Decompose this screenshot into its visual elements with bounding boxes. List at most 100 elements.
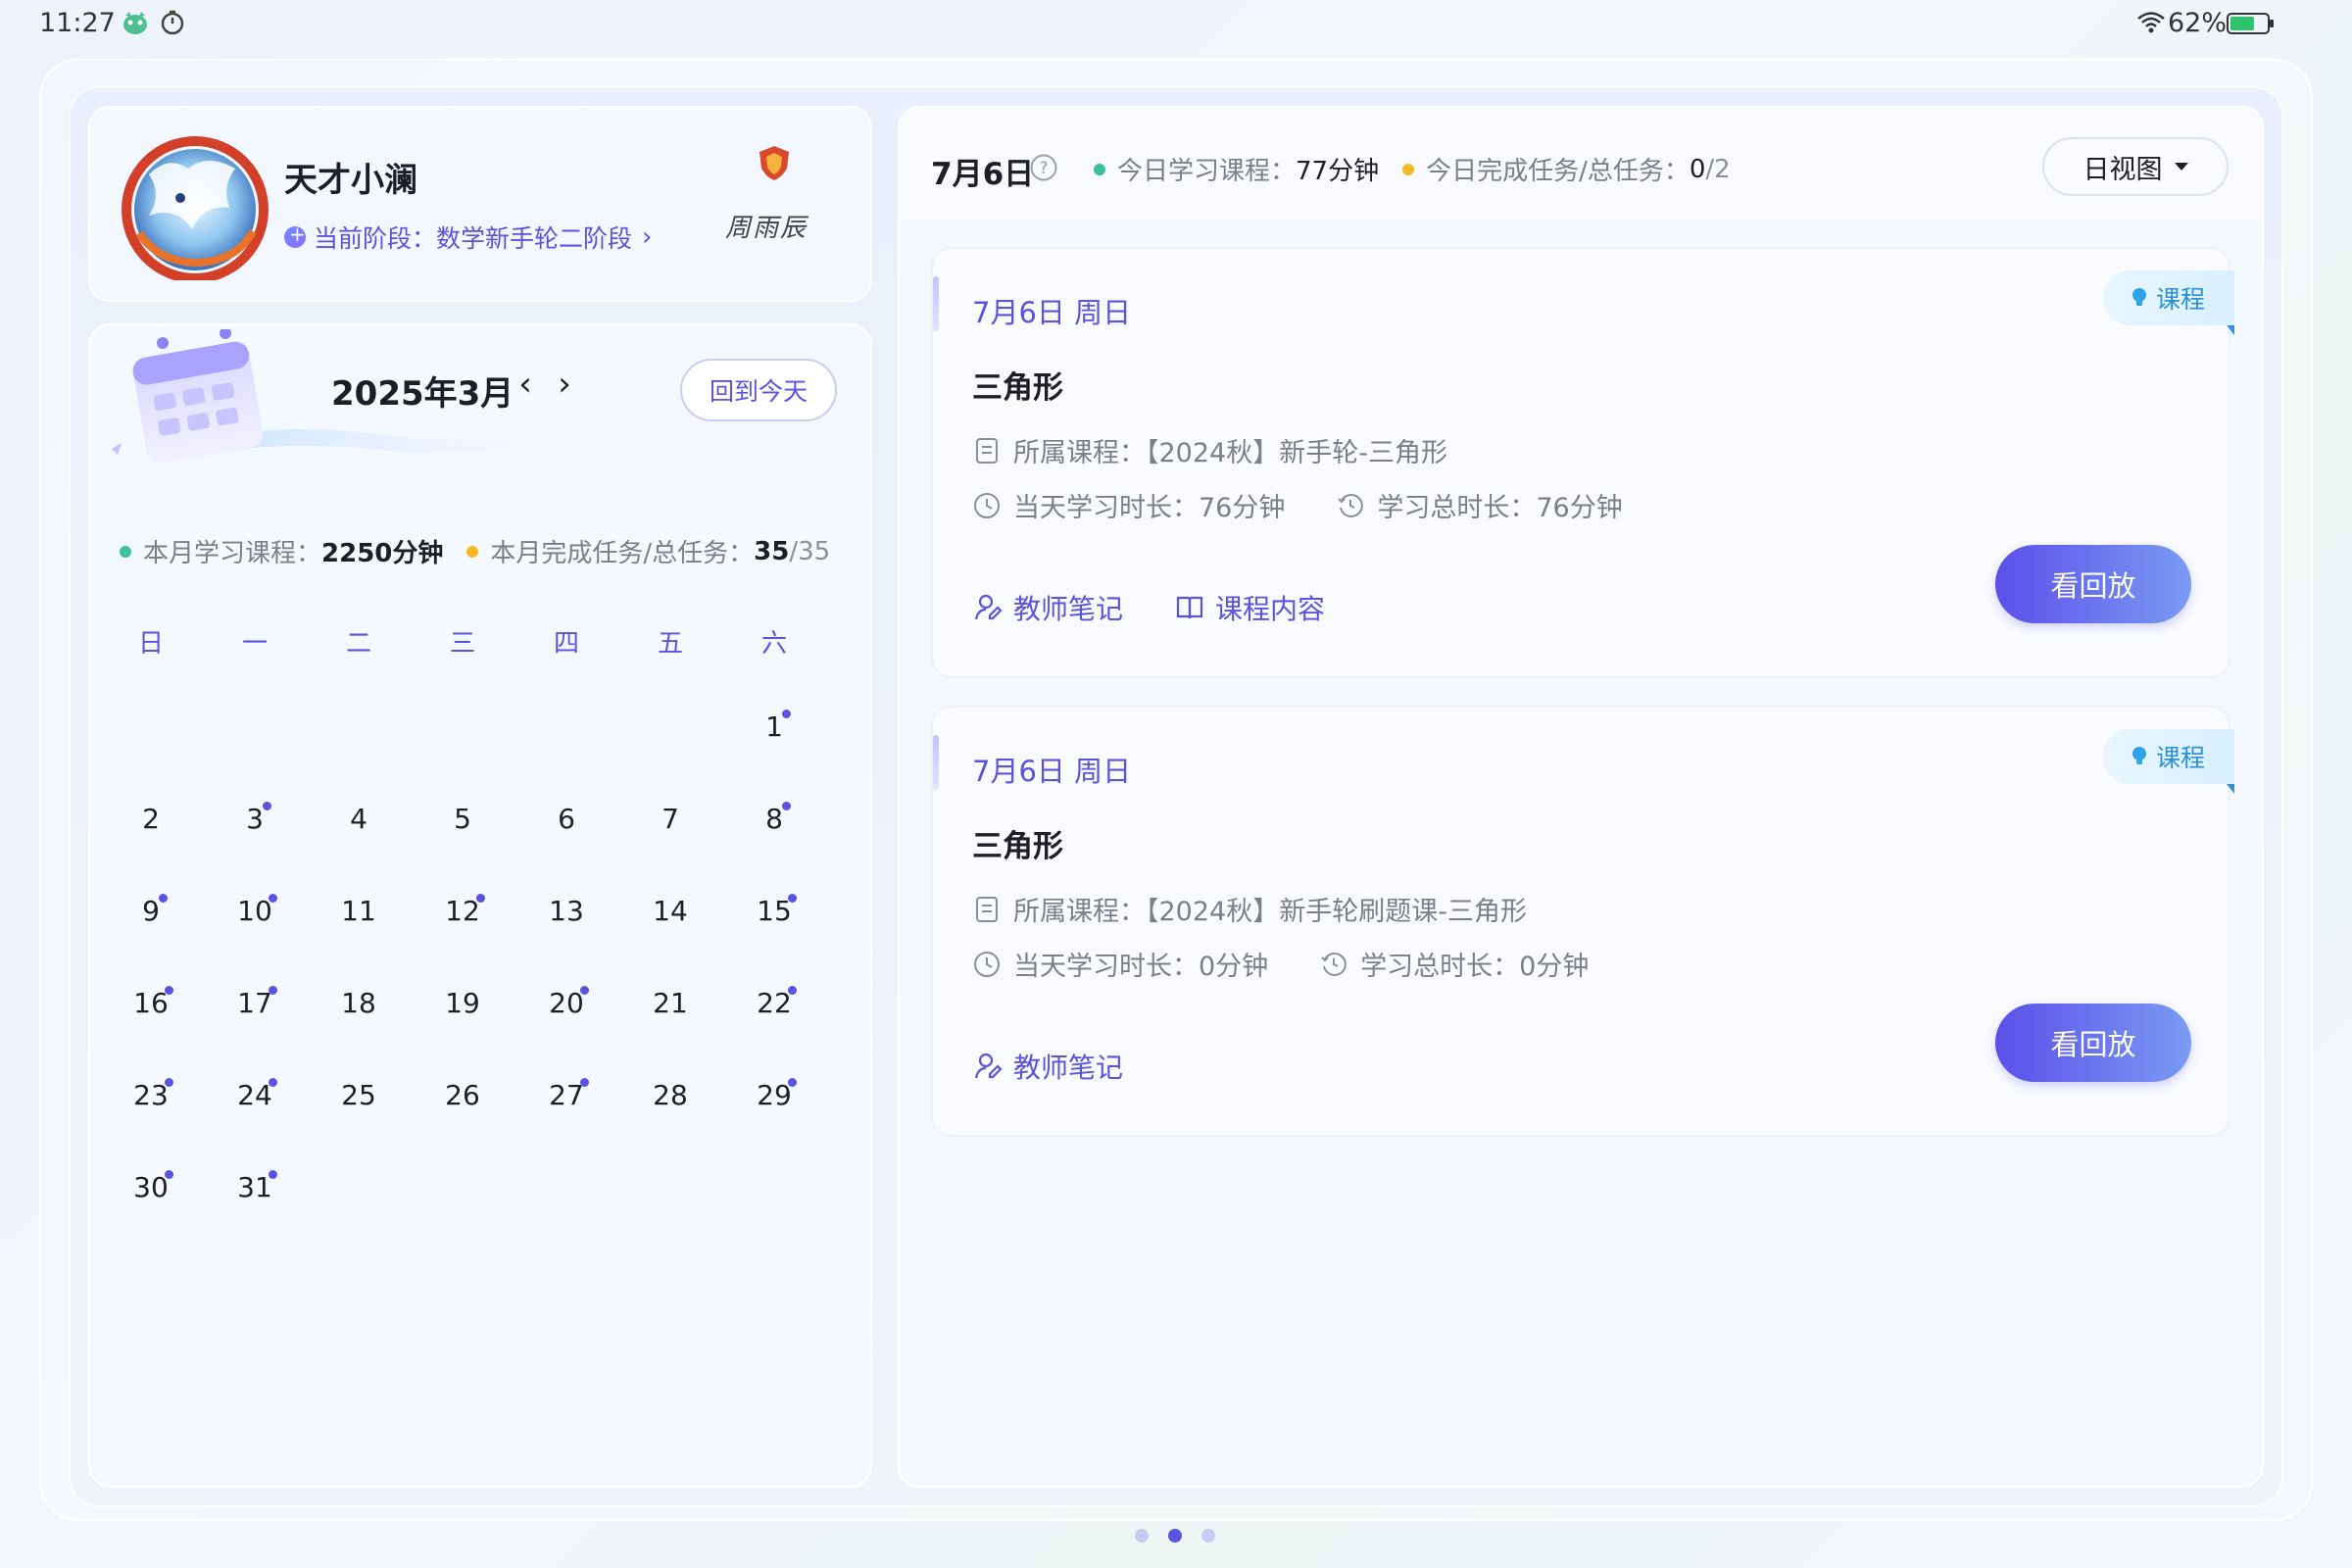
weekday-header: 日一二三四五六 (118, 623, 843, 662)
calendar-day-number: 21 (653, 987, 688, 1019)
lesson-accent-bar (933, 735, 939, 790)
calendar-day-23[interactable]: 23 (122, 1066, 180, 1125)
weekday-2: 二 (345, 629, 371, 659)
page-dot-1[interactable] (1168, 1529, 1182, 1543)
calendar-day-15[interactable]: 15 (745, 882, 804, 941)
study-record-dot (788, 1078, 797, 1087)
today-stats: 今日学习课程： 77分钟 今日完成任务/总任务： 0 /2 (1094, 151, 1731, 187)
study-record-dot (165, 986, 173, 995)
calendar-day-8[interactable]: 8 (745, 790, 804, 849)
lesson-accent-bar (933, 276, 939, 331)
calendar-day-31[interactable]: 31 (225, 1158, 284, 1217)
status-time: 11:27 (39, 8, 116, 38)
calendar-day-1[interactable]: 1 (745, 698, 804, 757)
calendar-day-number: 18 (341, 987, 376, 1019)
lesson-date: 7月6日 周日 (972, 296, 1132, 329)
calendar-day-26[interactable]: 26 (433, 1066, 492, 1125)
calendar-day-number: 11 (341, 895, 376, 927)
chevron-right-icon: › (642, 222, 653, 252)
study-record-dot (263, 802, 271, 810)
calendar-day-27[interactable]: 27 (537, 1066, 596, 1125)
calendar-day-28[interactable]: 28 (641, 1066, 700, 1125)
weekday-5: 五 (657, 629, 683, 659)
calendar-day-19[interactable]: 19 (433, 974, 492, 1033)
calendar-day-29[interactable]: 29 (745, 1066, 804, 1125)
calendar-day-3[interactable]: 3 (225, 790, 284, 849)
calendar-day-24[interactable]: 24 (225, 1066, 284, 1125)
today-course-value: 77分钟 (1296, 157, 1380, 186)
avatar[interactable] (120, 135, 270, 280)
study-record-dot (580, 1078, 589, 1087)
calendar-day-number: 1 (765, 710, 783, 743)
teacher-notes-label: 教师笔记 (1013, 1052, 1124, 1084)
calendar-day-number: 19 (445, 987, 480, 1019)
calendar-day-20[interactable]: 20 (537, 974, 596, 1033)
calendar-day-14[interactable]: 14 (641, 882, 700, 941)
current-stage-link[interactable]: 当前阶段：数学新手轮二阶段 › (284, 220, 652, 255)
teacher-notes-label: 教师笔记 (1013, 593, 1124, 625)
lesson-tag-label: 课程 (2155, 285, 2205, 314)
prev-month-button[interactable]: ‹ (512, 365, 539, 404)
calendar-day-5[interactable]: 5 (433, 790, 492, 849)
app-notification-icon (123, 12, 147, 34)
calendar-day-number: 29 (757, 1079, 792, 1111)
calendar-day-number: 2 (142, 803, 160, 835)
lesson-course-row: 所属课程：【2024秋】新手轮刷题课-三角形 (972, 890, 1527, 928)
svg-text:?: ? (1039, 159, 1048, 178)
study-record-dot (782, 802, 791, 810)
study-record-dot (269, 894, 277, 903)
watch-replay-button[interactable]: 看回放 (1995, 545, 2191, 623)
page-dot-2[interactable] (1201, 1529, 1215, 1543)
view-mode-select[interactable]: 日视图 (2042, 137, 2229, 196)
calendar-day-number: 24 (237, 1079, 272, 1111)
calendar-day-number: 27 (549, 1079, 584, 1111)
calendar-day-25[interactable]: 25 (329, 1066, 388, 1125)
timer-icon (161, 10, 184, 35)
lesson-total-time: 学习总时长：0分钟 (1360, 952, 1590, 982)
study-record-dot (788, 986, 797, 995)
calendar-day-7[interactable]: 7 (641, 790, 700, 849)
watch-replay-button[interactable]: 看回放 (1995, 1004, 2191, 1082)
calendar-day-10[interactable]: 10 (225, 882, 284, 941)
history-icon (1338, 493, 1364, 517)
lesson-date: 7月6日 周日 (972, 755, 1132, 788)
calendar-day-2[interactable]: 2 (122, 790, 180, 849)
study-record-dot (580, 986, 589, 995)
calendar-day-number: 14 (653, 895, 688, 927)
lesson-day-time: 当天学习时长：0分钟 (1013, 952, 1269, 982)
lesson-day-time: 当天学习时长：76分钟 (1013, 493, 1286, 523)
document-icon (976, 437, 998, 464)
calendar-day-4[interactable]: 4 (329, 790, 388, 849)
teacher-notes-button[interactable]: 教师笔记 (972, 588, 1123, 627)
weekday-1: 一 (241, 629, 268, 659)
page-dot-0[interactable] (1135, 1529, 1149, 1543)
today-task-label: 今日完成任务/总任务： (1426, 157, 1690, 186)
calendar-day-30[interactable]: 30 (122, 1158, 180, 1217)
teacher-notes-button[interactable]: 教师笔记 (972, 1047, 1123, 1086)
course-content-button[interactable]: 课程内容 (1174, 588, 1325, 627)
calendar-day-number: 23 (133, 1079, 169, 1111)
calendar-day-22[interactable]: 22 (745, 974, 804, 1033)
battery-percent: 62% (2168, 8, 2228, 38)
signature-text: 周雨辰 (725, 214, 808, 243)
calendar-day-11[interactable]: 11 (329, 882, 388, 941)
page-indicator (1135, 1529, 1215, 1548)
caret-down-icon (2174, 163, 2188, 171)
calendar-day-21[interactable]: 21 (641, 974, 700, 1033)
lesson-time-row: 当天学习时长：0分钟 学习总时长：0分钟 (972, 945, 1589, 983)
calendar-day-16[interactable]: 16 (122, 974, 180, 1033)
calendar-day-18[interactable]: 18 (329, 974, 388, 1033)
calendar-day-12[interactable]: 12 (433, 882, 492, 941)
calendar-day-17[interactable]: 17 (225, 974, 284, 1033)
calendar-day-6[interactable]: 6 (537, 790, 596, 849)
weekday-0: 日 (137, 629, 164, 659)
lesson-actions: 教师笔记 (972, 1047, 1174, 1086)
next-month-button[interactable]: › (551, 365, 578, 404)
back-to-today-button[interactable]: 回到今天 (680, 359, 837, 421)
calendar-day-9[interactable]: 9 (122, 882, 180, 941)
help-icon[interactable]: ? (1029, 153, 1058, 182)
wifi-icon (2137, 12, 2165, 33)
study-record-dot (165, 1078, 173, 1087)
study-record-dot (269, 1078, 277, 1087)
calendar-day-13[interactable]: 13 (537, 882, 596, 941)
